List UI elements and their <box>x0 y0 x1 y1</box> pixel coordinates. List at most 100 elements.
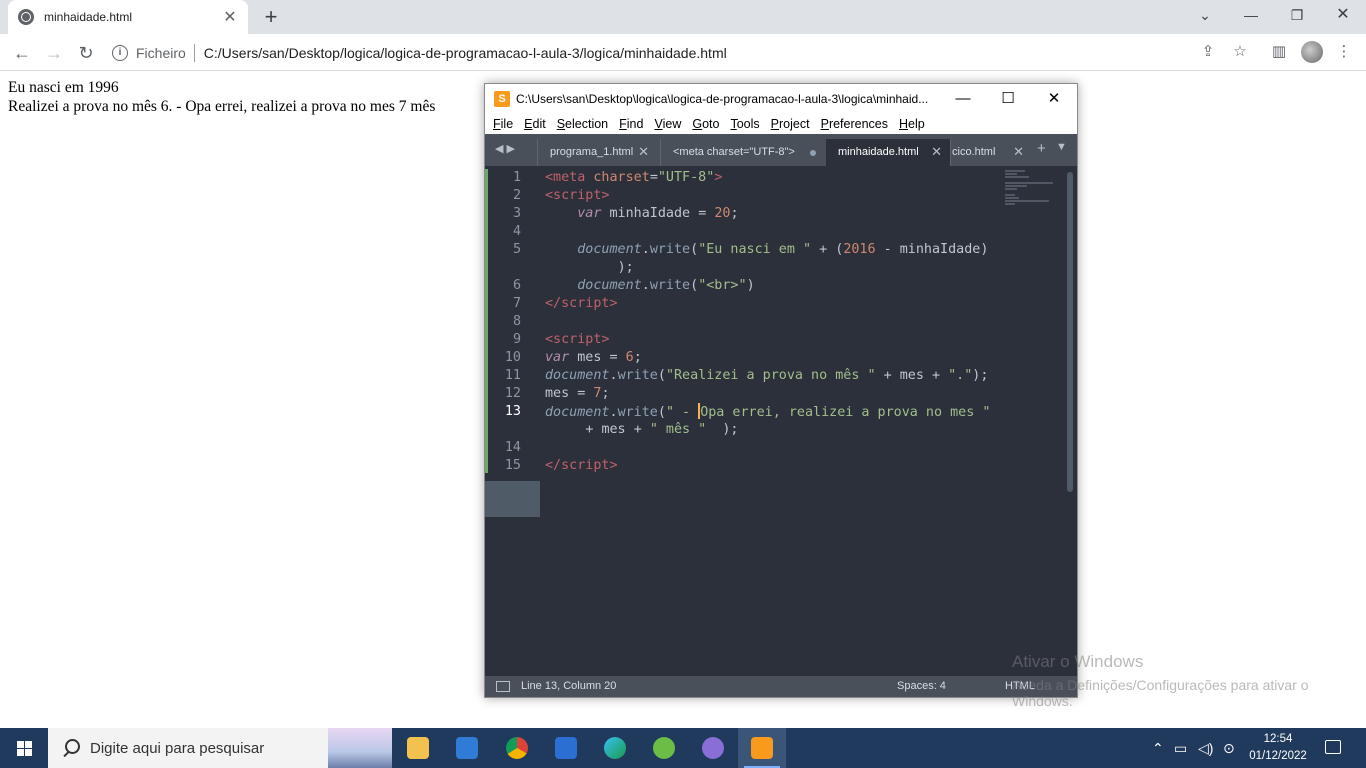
browser-tab[interactable]: minhaidade.html ✕ <box>8 0 248 34</box>
menu-file[interactable]: File <box>493 114 513 134</box>
notification-icon[interactable] <box>1325 740 1341 754</box>
new-tab-icon[interactable]: + <box>1037 140 1046 157</box>
line-number: 7 <box>512 296 521 311</box>
menu-tools[interactable]: Tools <box>730 114 759 134</box>
sublime-close-button[interactable]: ✕ <box>1031 84 1077 114</box>
editor-scrollbar[interactable] <box>1067 172 1073 492</box>
code-line: 12 mes = 7; <box>485 385 1075 403</box>
code-line: 2 <script> <box>485 187 1075 205</box>
sidepanel-icon[interactable]: ▥ <box>1269 42 1289 62</box>
file-explorer-icon[interactable] <box>394 728 442 768</box>
minimize-button[interactable]: — <box>1228 0 1274 30</box>
menu-project[interactable]: Project <box>771 114 810 134</box>
edge-icon[interactable] <box>591 728 639 768</box>
sublime-icon[interactable] <box>738 728 786 768</box>
tab-search-icon[interactable]: ⌄ <box>1182 0 1228 30</box>
code-line-wrap: ); <box>617 260 634 275</box>
sublime-minimize-button[interactable]: — <box>940 84 986 114</box>
minimap[interactable] <box>1005 170 1055 205</box>
browser-tabstrip: minhaidade.html ✕ + ⌄ — ❐ ✕ <box>0 0 1366 34</box>
utorrent-icon[interactable] <box>640 728 688 768</box>
windows-start-icon[interactable] <box>0 728 48 768</box>
indentation-setting[interactable]: Spaces: 4 <box>897 676 946 697</box>
volume-icon[interactable]: ◁) <box>1198 728 1213 768</box>
discord-icon[interactable] <box>689 728 737 768</box>
tab-label: minhaidade.html <box>838 146 919 158</box>
star-icon[interactable]: ☆ <box>1230 42 1250 62</box>
chrome-icon[interactable] <box>493 728 541 768</box>
network-icon[interactable]: ▭ <box>1174 728 1187 768</box>
forward-icon[interactable]: → <box>40 39 68 67</box>
close-tab-icon[interactable]: ✕ <box>222 7 238 27</box>
tab-minhaidade[interactable]: minhaidade.html ✕ <box>826 139 950 166</box>
menu-edit[interactable]: Edit <box>524 114 546 134</box>
address-text[interactable]: C:/Users/san/Desktop/logica/logica-de-pr… <box>204 45 727 61</box>
new-tab-button[interactable]: + <box>258 4 284 30</box>
line-number: 1 <box>512 170 521 185</box>
search-highlight-image <box>328 728 392 768</box>
tab-scroll-arrows-icon[interactable]: ◀▶ <box>495 142 518 155</box>
close-icon[interactable]: ✕ <box>1013 139 1024 165</box>
code-line: 8 <box>485 313 1075 331</box>
sublime-menubar: File Edit Selection Find View Goto Tools… <box>485 114 1077 134</box>
clock-time: 12:54 <box>1263 733 1293 745</box>
code-line: 11 document.write("Realizei a prova no mê… <box>485 367 1075 385</box>
sublime-maximize-button[interactable]: ☐ <box>985 84 1031 114</box>
browser-toolbar: ← → ↻ i Ficheiro C:/Users/san/Desktop/lo… <box>0 34 1366 71</box>
info-icon[interactable]: i <box>112 44 128 61</box>
restore-button[interactable]: ❐ <box>1274 0 1320 30</box>
taskbar-clock[interactable]: 12:54 01/12/2022 <box>1248 731 1308 765</box>
tab-programa-1[interactable]: programa_1.html ✕ <box>537 139 657 166</box>
current-line-highlight <box>485 481 540 517</box>
menu-preferences[interactable]: Preferences <box>821 114 888 134</box>
line-number: 5 <box>512 242 521 257</box>
menu-icon[interactable]: ⋮ <box>1334 42 1354 62</box>
screen: { "browser": { "tab_title": "minhaidade.… <box>0 0 1366 768</box>
search-icon <box>62 739 80 757</box>
line-number: 4 <box>512 224 521 239</box>
power-icon[interactable]: ⊙ <box>1223 728 1235 768</box>
clock-date: 01/12/2022 <box>1249 750 1307 762</box>
menu-goto[interactable]: Goto <box>692 114 719 134</box>
close-window-button[interactable]: ✕ <box>1320 0 1366 30</box>
address-bar[interactable]: i Ficheiro C:/Users/san/Desktop/logica/l… <box>108 38 1258 67</box>
page-content: Eu nasci em 1996 Realizei a prova no mês… <box>8 79 435 116</box>
tab-cico[interactable]: cico.html ✕ <box>950 139 1024 166</box>
line-number: 8 <box>512 314 521 329</box>
store-icon[interactable] <box>443 728 491 768</box>
code-line: 13 document.write(" - Opa errei, realizei… <box>485 403 1075 421</box>
line-number: 15 <box>504 458 521 473</box>
sublime-logo-icon: S <box>494 91 510 107</box>
address-chip: Ficheiro <box>136 44 186 61</box>
line-number: 2 <box>512 188 521 203</box>
line-number: 14 <box>504 440 521 455</box>
panel-toggle-icon[interactable] <box>496 681 510 692</box>
tab-meta-charset[interactable]: <meta charset="UTF-8"> <box>660 139 826 166</box>
line-number: 11 <box>504 368 521 383</box>
reload-icon[interactable]: ↻ <box>72 39 100 67</box>
activation-watermark-text: Aceda a Definições/Configurações para at… <box>1012 677 1309 709</box>
mail-icon[interactable] <box>542 728 590 768</box>
code-line-wrap: + mes + " mês " ); <box>585 422 739 437</box>
back-icon[interactable]: ← <box>8 39 36 67</box>
code-line: 9 <script> <box>485 331 1075 349</box>
line-number: 12 <box>504 386 521 401</box>
sublime-statusbar: Line 13, Column 20 Spaces: 4 HTML <box>485 676 1077 697</box>
show-hidden-icons-icon[interactable]: ⌃ <box>1152 728 1164 768</box>
code-line: 6 document.write("<br>") <box>485 277 1075 295</box>
close-icon[interactable]: ✕ <box>931 139 942 165</box>
menu-find[interactable]: Find <box>619 114 643 134</box>
avatar[interactable] <box>1301 41 1323 63</box>
chevron-down-icon[interactable]: ▼ <box>1056 141 1067 153</box>
share-icon[interactable]: ⇪ <box>1198 42 1218 62</box>
menu-view[interactable]: View <box>654 114 681 134</box>
menu-selection[interactable]: Selection <box>557 114 608 134</box>
code-editor[interactable]: 1 <meta charset="UTF-8"> 2 <script> 3 var … <box>485 166 1077 676</box>
page-line-1: Eu nasci em 1996 <box>8 79 119 96</box>
menu-help[interactable]: Help <box>899 114 925 134</box>
code-line: 10 var mes = 6; <box>485 349 1075 367</box>
line-number: 13 <box>504 404 521 419</box>
code-line: 5 document.write("Eu nasci em " + (2016 … <box>485 241 1075 259</box>
close-icon[interactable]: ✕ <box>638 139 649 165</box>
line-number: 3 <box>512 206 521 221</box>
